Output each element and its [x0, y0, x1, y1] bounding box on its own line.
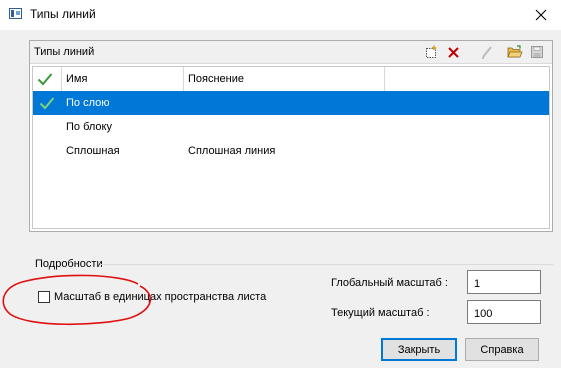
paper-space-scale-label[interactable]: Масштаб в единицах пространства листа: [54, 291, 266, 303]
edit-icon: [481, 46, 492, 59]
close-icon: [535, 9, 547, 21]
row-name: По слою: [66, 97, 110, 109]
new-icon: [426, 45, 437, 58]
linetypes-header: Типы линий: [30, 41, 552, 64]
current-scale-label: Текущий масштаб :: [331, 307, 430, 319]
checkmark-icon: [39, 97, 55, 110]
table-header: Имя Пояснение: [33, 67, 549, 92]
details-label: Подробности: [35, 258, 103, 270]
paper-space-scale-checkbox[interactable]: [38, 291, 50, 303]
table-row[interactable]: Сплошная Сплошная линия: [33, 139, 549, 163]
linetypes-table: Имя Пояснение По слою По блоку Сплошная …: [32, 66, 550, 229]
edit-linetype-button[interactable]: [478, 43, 496, 61]
title-bar: Типы линий: [0, 0, 561, 30]
help-button[interactable]: Справка: [465, 338, 539, 361]
global-scale-label: Глобальный масштаб :: [331, 277, 448, 289]
open-linetype-file-button[interactable]: [506, 43, 524, 61]
save-icon: [531, 46, 543, 58]
table-row[interactable]: По слою: [33, 91, 549, 115]
linetypes-caption: Типы линий: [34, 46, 95, 58]
save-linetype-button[interactable]: [528, 43, 546, 61]
details-divider: [100, 264, 553, 265]
delete-linetype-button[interactable]: [444, 43, 462, 61]
app-icon: [9, 8, 22, 19]
close-button[interactable]: Закрыть: [381, 338, 457, 361]
checkmark-icon: [37, 73, 53, 86]
open-folder-icon: [507, 45, 523, 58]
delete-icon: [447, 46, 459, 58]
header-current-column[interactable]: [33, 67, 62, 91]
header-name[interactable]: Имя: [62, 67, 184, 91]
header-description[interactable]: Пояснение: [184, 67, 385, 91]
global-scale-field[interactable]: [467, 270, 541, 294]
window-title: Типы линий: [30, 7, 96, 21]
current-scale-field[interactable]: [467, 300, 541, 324]
new-linetype-button[interactable]: [422, 43, 440, 61]
row-name: Сплошная: [66, 145, 120, 157]
row-description: Сплошная линия: [188, 145, 276, 157]
table-row[interactable]: По блоку: [33, 115, 549, 139]
current-indicator: [39, 91, 59, 115]
close-window-button[interactable]: [521, 0, 561, 30]
row-name: По блоку: [66, 121, 112, 133]
linetypes-panel: Типы линий Имя Пояснение По слою По блок…: [29, 40, 553, 232]
